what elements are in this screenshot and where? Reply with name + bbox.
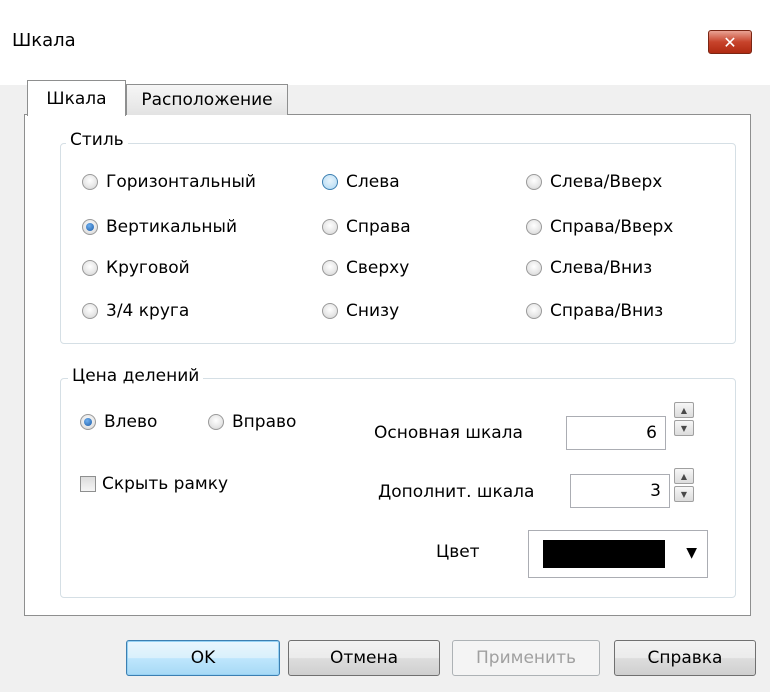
radio-left-down[interactable]: Слева/Вниз: [526, 258, 652, 278]
radio-label: Справа/Вверх: [550, 217, 674, 237]
title-bar: Шкала ✕: [0, 0, 770, 85]
cancel-button-label: Отмена: [329, 648, 399, 668]
radio-circle: [526, 303, 542, 319]
radio-label: Снизу: [346, 301, 400, 321]
radio-label: Слева/Вниз: [550, 258, 653, 278]
radio-right-down[interactable]: Справа/Вниз: [526, 301, 663, 321]
extra-scale-label: Дополнит. шкала: [378, 482, 535, 502]
cancel-button[interactable]: Отмена: [288, 640, 440, 676]
tab-scale[interactable]: Шкала: [27, 80, 126, 116]
color-dropdown[interactable]: ▼: [528, 530, 708, 578]
radio-circle: [82, 174, 98, 190]
help-button[interactable]: Справка: [614, 640, 756, 676]
ok-button-label: OK: [190, 648, 216, 668]
radio-label: Круговой: [106, 258, 190, 278]
ok-button[interactable]: OK: [126, 640, 280, 676]
style-group-legend: Стиль: [66, 130, 128, 150]
radio-circle: [82, 260, 98, 276]
radio-circle: [82, 219, 98, 235]
hide-frame-checkbox[interactable]: Скрыть рамку: [80, 474, 228, 494]
checkbox-box: [80, 476, 96, 492]
radio-circle: [526, 260, 542, 276]
radio-label: Справа/Вниз: [550, 301, 664, 321]
radio-circle: [82, 303, 98, 319]
close-icon: ✕: [723, 32, 737, 52]
window-title: Шкала: [12, 30, 76, 51]
spin-up-icon[interactable]: ▲: [674, 468, 694, 484]
extra-scale-input[interactable]: 3: [570, 474, 670, 508]
tab-layout[interactable]: Расположение: [126, 84, 288, 115]
radio-circle: [80, 414, 96, 430]
radio-division-right[interactable]: Вправо: [208, 412, 296, 432]
spin-down-icon[interactable]: ▼: [674, 420, 694, 436]
apply-button-label: Применить: [476, 648, 576, 668]
spin-down-icon[interactable]: ▼: [674, 486, 694, 502]
extra-scale-spinner: ▲ ▼: [674, 468, 694, 502]
radio-circle: [526, 219, 542, 235]
apply-button[interactable]: Применить: [452, 640, 600, 676]
radio-circle: [322, 303, 338, 319]
tab-label: Шкала: [46, 88, 107, 109]
radio-circular[interactable]: Круговой: [82, 258, 190, 278]
divisions-group-legend: Цена делений: [68, 366, 204, 386]
radio-circle: [322, 260, 338, 276]
radio-three-quarter[interactable]: 3/4 круга: [82, 301, 189, 321]
main-scale-label: Основная шкала: [374, 423, 523, 443]
radio-label: Слева: [346, 172, 400, 192]
radio-circle: [208, 414, 224, 430]
radio-right-up[interactable]: Справа/Вверх: [526, 217, 673, 237]
radio-left[interactable]: Слева: [322, 172, 400, 192]
color-label: Цвет: [436, 542, 480, 562]
close-button[interactable]: ✕: [708, 30, 752, 54]
checkbox-label: Скрыть рамку: [102, 474, 229, 494]
radio-label: 3/4 круга: [106, 301, 190, 321]
radio-label: Сверху: [346, 258, 410, 278]
color-swatch: [543, 540, 665, 568]
radio-division-left[interactable]: Влево: [80, 412, 157, 432]
help-button-label: Справка: [647, 648, 723, 668]
main-scale-spinner: ▲ ▼: [674, 402, 694, 436]
chevron-down-icon: ▼: [686, 545, 697, 561]
main-scale-input[interactable]: 6: [566, 416, 666, 450]
radio-vertical[interactable]: Вертикальный: [82, 217, 237, 237]
radio-label: Влево: [104, 412, 158, 432]
radio-horizontal[interactable]: Горизонтальный: [82, 172, 256, 192]
tab-label: Расположение: [141, 90, 273, 110]
radio-label: Слева/Вверх: [550, 172, 663, 192]
radio-circle: [322, 174, 338, 190]
radio-label: Горизонтальный: [106, 172, 256, 192]
radio-label: Вправо: [232, 412, 297, 432]
radio-label: Справа: [346, 217, 411, 237]
radio-label: Вертикальный: [106, 217, 238, 237]
radio-bottom[interactable]: Снизу: [322, 301, 399, 321]
radio-top[interactable]: Сверху: [322, 258, 409, 278]
spin-up-icon[interactable]: ▲: [674, 402, 694, 418]
radio-right[interactable]: Справа: [322, 217, 411, 237]
radio-left-up[interactable]: Слева/Вверх: [526, 172, 662, 192]
radio-circle: [322, 219, 338, 235]
radio-circle: [526, 174, 542, 190]
